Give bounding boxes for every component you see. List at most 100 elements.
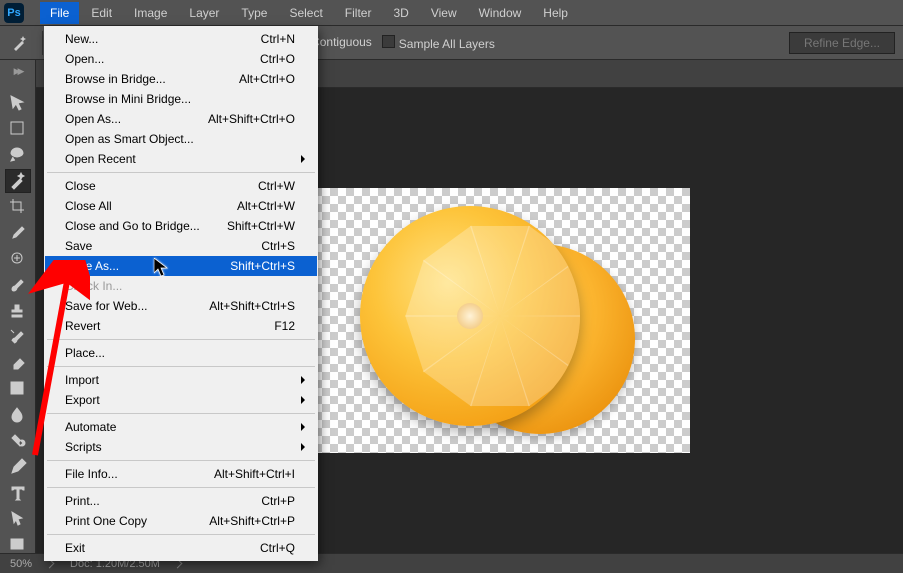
- menu-item-label: New...: [65, 32, 98, 46]
- sample-all-checkbox[interactable]: Sample All Layers: [382, 35, 495, 51]
- tool-lasso[interactable]: [5, 143, 31, 167]
- menu-item-label: Print...: [65, 494, 100, 508]
- menu-item-label: Close All: [65, 199, 112, 213]
- menu-type[interactable]: Type: [231, 2, 277, 24]
- menu-item-close[interactable]: CloseCtrl+W: [45, 176, 317, 196]
- menu-item-shortcut: Alt+Shift+Ctrl+P: [209, 514, 295, 528]
- menu-filter[interactable]: Filter: [335, 2, 382, 24]
- tool-brush[interactable]: [5, 273, 31, 297]
- menu-item-import[interactable]: Import: [45, 370, 317, 390]
- menu-separator: [47, 172, 315, 173]
- menu-item-shortcut: Ctrl+Q: [260, 541, 295, 555]
- menu-item-browse-in-bridge[interactable]: Browse in Bridge...Alt+Ctrl+O: [45, 69, 317, 89]
- tool-dodge[interactable]: [5, 429, 31, 453]
- tools-panel: ▶▶: [0, 60, 36, 553]
- menu-separator: [47, 366, 315, 367]
- menu-item-automate[interactable]: Automate: [45, 417, 317, 437]
- menu-item-label: Print One Copy: [65, 514, 147, 528]
- menu-item-open-as[interactable]: Open As...Alt+Shift+Ctrl+O: [45, 109, 317, 129]
- menu-item-label: Open...: [65, 52, 104, 66]
- menu-help[interactable]: Help: [533, 2, 578, 24]
- menu-3d[interactable]: 3D: [383, 2, 418, 24]
- menu-item-export[interactable]: Export: [45, 390, 317, 410]
- menu-item-label: Close: [65, 179, 96, 193]
- menu-item-shortcut: Ctrl+S: [261, 239, 295, 253]
- menu-item-label: Close and Go to Bridge...: [65, 219, 200, 233]
- chevron-right-icon: [301, 376, 309, 384]
- menu-item-save-as[interactable]: Save As...Shift+Ctrl+S: [45, 256, 317, 276]
- chevron-right-icon: [301, 396, 309, 404]
- menu-item-close-and-go-to-bridge[interactable]: Close and Go to Bridge... Shift+Ctrl+W: [45, 216, 317, 236]
- collapse-icon[interactable]: ▶▶: [14, 64, 22, 79]
- menu-layer[interactable]: Layer: [179, 2, 229, 24]
- menu-item-label: Exit: [65, 541, 85, 555]
- menu-item-new[interactable]: New... Ctrl+N: [45, 29, 317, 49]
- tool-path-select[interactable]: [5, 507, 31, 531]
- file-menu-dropdown: New... Ctrl+N Open... Ctrl+O Browse in Bridg…: [44, 26, 318, 561]
- menu-select[interactable]: Select: [279, 2, 332, 24]
- menu-item-save[interactable]: SaveCtrl+S: [45, 236, 317, 256]
- chevron-right-icon: [301, 155, 309, 163]
- menu-item-shortcut: Shift+Ctrl+W: [227, 219, 295, 233]
- menu-item-shortcut: Alt+Ctrl+W: [237, 199, 295, 213]
- menu-item-exit[interactable]: Exit Ctrl+Q: [45, 538, 317, 558]
- menu-item-open-as-smart-object[interactable]: Open as Smart Object...: [45, 129, 317, 149]
- menu-item-shortcut: Shift+Ctrl+S: [230, 259, 295, 273]
- tool-type[interactable]: [5, 481, 31, 505]
- menu-item-scripts[interactable]: Scripts: [45, 437, 317, 457]
- menu-item-shortcut: Ctrl+N: [261, 32, 295, 46]
- tool-magic-wand[interactable]: [5, 169, 31, 193]
- menu-item-print[interactable]: Print...Ctrl+P: [45, 491, 317, 511]
- menu-item-place[interactable]: Place...: [45, 343, 317, 363]
- tool-healing[interactable]: [5, 247, 31, 271]
- menu-item-shortcut: Alt+Shift+Ctrl+I: [214, 467, 295, 481]
- tool-stamp[interactable]: [5, 299, 31, 323]
- menu-item-label: Save for Web...: [65, 299, 147, 313]
- tool-blur[interactable]: [5, 403, 31, 427]
- tool-rect-marquee[interactable]: [5, 117, 31, 141]
- magic-wand-icon: [8, 31, 32, 55]
- menu-file[interactable]: File: [40, 2, 79, 24]
- menu-item-shortcut: Alt+Shift+Ctrl+S: [209, 299, 295, 313]
- tool-eraser[interactable]: [5, 351, 31, 375]
- menu-item-revert[interactable]: RevertF12: [45, 316, 317, 336]
- menu-item-check-in: Check In...: [45, 276, 317, 296]
- tool-crop[interactable]: [5, 195, 31, 219]
- menu-item-browse-in-mini-bridge[interactable]: Browse in Mini Bridge...: [45, 89, 317, 109]
- tool-eyedropper[interactable]: [5, 221, 31, 245]
- menu-bar-items: FileEditImageLayerTypeSelectFilter3DView…: [40, 2, 578, 24]
- tools-list: [5, 91, 31, 557]
- menu-item-open-recent[interactable]: Open Recent: [45, 149, 317, 169]
- menu-item-label: Place...: [65, 346, 105, 360]
- menu-item-label: File Info...: [65, 467, 118, 481]
- menu-item-label: Revert: [65, 319, 100, 333]
- menu-edit[interactable]: Edit: [81, 2, 122, 24]
- tool-pen[interactable]: [5, 455, 31, 479]
- document-canvas[interactable]: [290, 188, 690, 453]
- menu-separator: [47, 534, 315, 535]
- refine-edge-button[interactable]: Refine Edge...: [789, 32, 895, 54]
- menu-item-label: Export: [65, 393, 100, 407]
- tool-gradient[interactable]: [5, 377, 31, 401]
- tool-move[interactable]: [5, 91, 31, 115]
- menu-view[interactable]: View: [421, 2, 467, 24]
- menu-item-print-one-copy[interactable]: Print One Copy Alt+Shift+Ctrl+P: [45, 511, 317, 531]
- menu-image[interactable]: Image: [124, 2, 177, 24]
- menu-item-shortcut: Ctrl+O: [260, 52, 295, 66]
- chevron-right-icon: [301, 443, 309, 451]
- menu-item-shortcut: Alt+Ctrl+O: [239, 72, 295, 86]
- menu-item-save-for-web[interactable]: Save for Web... Alt+Shift+Ctrl+S: [45, 296, 317, 316]
- menu-separator: [47, 460, 315, 461]
- menu-bar: Ps FileEditImageLayerTypeSelectFilter3DV…: [0, 0, 903, 26]
- orange-center: [457, 303, 483, 329]
- menu-window[interactable]: Window: [469, 2, 532, 24]
- menu-item-open[interactable]: Open... Ctrl+O: [45, 49, 317, 69]
- chevron-right-icon: [301, 423, 309, 431]
- app-logo: Ps: [4, 3, 24, 23]
- menu-item-file-info[interactable]: File Info... Alt+Shift+Ctrl+I: [45, 464, 317, 484]
- menu-item-label: Open As...: [65, 112, 121, 126]
- menu-item-close-all[interactable]: Close All Alt+Ctrl+W: [45, 196, 317, 216]
- zoom-level[interactable]: 50%: [10, 558, 32, 570]
- menu-separator: [47, 487, 315, 488]
- tool-history-brush[interactable]: [5, 325, 31, 349]
